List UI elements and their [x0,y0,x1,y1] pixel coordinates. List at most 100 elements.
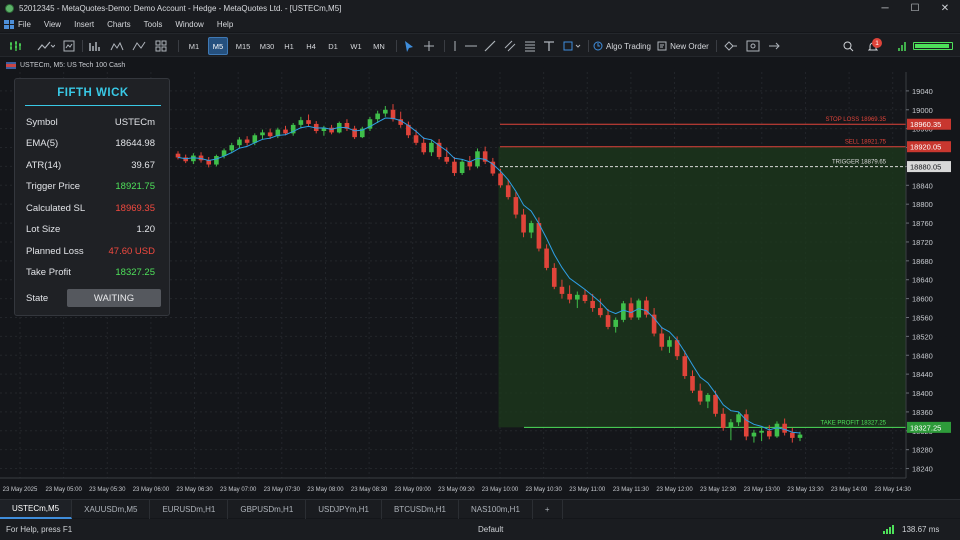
timeframe-m15[interactable]: M15 [232,37,254,55]
time-axis-label: 23 May 11:30 [613,487,650,493]
crosshair-icon[interactable] [422,37,436,55]
chart-shift-icon[interactable] [766,37,784,55]
candle-body [383,109,388,114]
tab-xauusdm-m5[interactable]: XAUUSDm,M5 [72,499,151,519]
price-axis-label: 18640 [912,276,933,285]
algo-trading-button[interactable]: Algo Trading [592,37,652,55]
timeframe-h1[interactable]: H1 [280,37,298,55]
menu-file[interactable]: File [18,20,31,29]
candle-body [283,129,288,134]
menu-tools[interactable]: Tools [144,20,163,29]
candle-body [774,423,780,437]
new-chart-icon[interactable] [6,37,26,55]
price-axis-label: 18440 [912,370,933,379]
grid-icon[interactable] [154,37,168,55]
timeframe-m30[interactable]: M30 [256,37,278,55]
price-axis-label: 18680 [912,257,933,266]
level-tag-text: 18960.35 [910,120,941,129]
candle-body [751,432,757,437]
panel-row-label: Calculated SL [26,202,86,214]
panel-row-label: Lot Size [26,224,61,235]
tab-nas100m-h1[interactable]: NAS100m,H1 [459,499,533,519]
candle-body [390,109,396,120]
cursor-icon[interactable] [402,37,416,55]
candle-body [467,161,473,167]
panel-row-ema-5-: EMA(5) 18644.98 [26,137,155,151]
timeframe-mn[interactable]: MN [368,37,390,55]
timeframe-h4[interactable]: H4 [302,37,320,55]
panel-row-value: 18969.35 [115,202,155,214]
search-icon[interactable] [840,37,856,55]
menu-view[interactable]: View [44,20,61,29]
minimize-button[interactable]: ─ [870,0,900,16]
market-watch-icon[interactable] [722,37,740,55]
tab-btcusdm-h1[interactable]: BTCUSDm,H1 [382,499,459,519]
tab-ustecm-m5[interactable]: USTECm,M5 [0,499,73,519]
panel-title-underline [25,105,161,106]
level-label-2: TRIGGER 18879.65 [832,160,887,166]
close-button[interactable]: ✕ [930,0,960,16]
panel-row-value: USTECm [114,116,155,128]
menu-charts[interactable]: Charts [107,20,131,29]
account-balance-bar[interactable] [912,37,954,55]
tab-eurusdm-h1[interactable]: EURUSDm,H1 [150,499,229,519]
panel-row-atr-14-: ATR(14) 39.67 [26,158,155,172]
terminal-menu-icon[interactable] [4,19,14,29]
candle-body [736,414,741,423]
vertical-line-icon[interactable] [450,37,460,55]
notifications-icon[interactable]: 1 [862,37,884,55]
menu-window[interactable]: Window [175,20,203,29]
candle-body [452,161,457,174]
indicators-icon[interactable] [88,37,102,55]
time-axis-label: 23 May 05:30 [89,487,126,493]
candle-body [559,286,565,294]
horizontal-line-icon[interactable] [462,37,480,55]
templates-icon[interactable] [62,37,76,55]
candle-body [621,303,626,320]
candle-body [575,294,580,300]
trendline-icon[interactable] [482,37,498,55]
add-tab-button[interactable]: + [533,499,563,519]
status-help-text: For Help, press F1 [6,525,73,534]
symbol-description: USTECm, M5: US Tech 100 Cash [20,61,126,69]
screenshot-icon[interactable] [744,37,762,55]
fifth-wick-panel: FIFTH WICK Symbol USTECm EMA(5) 18644.98 ATR… [14,78,170,316]
panel-row-value: 39.67 [131,159,155,171]
channel-icon[interactable] [502,37,518,55]
timeframe-w1[interactable]: W1 [346,37,366,55]
tab-usdjpym-h1[interactable]: USDJPYm,H1 [306,499,382,519]
text-tool-icon[interactable] [542,37,556,55]
time-axis-label: 23 May 08:30 [351,487,388,493]
maximize-button[interactable]: ☐ [900,0,930,16]
candle-body [175,153,181,158]
menu-insert[interactable]: Insert [74,20,94,29]
state-waiting-button[interactable]: WAITING [67,289,161,307]
time-axis-label: 23 May 14:30 [875,487,912,493]
panel-row-lot-size: Lot Size 1.20 [26,223,155,237]
objects-icon[interactable] [110,37,124,55]
timeframe-m5[interactable]: M5 [208,37,228,55]
line-chart-type-icon[interactable] [34,37,58,55]
timeframe-m1[interactable]: M1 [184,37,204,55]
price-axis-label: 18720 [912,238,933,247]
time-axis-label: 23 May 09:30 [438,487,475,493]
time-axis-label: 23 May 2025 [3,487,38,493]
shapes-icon[interactable] [560,37,584,55]
panel-row-value: 1.20 [136,224,156,235]
time-axis-label: 23 May 06:00 [133,487,170,493]
candle-body [244,139,250,143]
connection-signal-icon [883,525,894,534]
time-axis-label: 23 May 06:30 [176,487,213,493]
time-axis-label: 23 May 08:00 [307,487,344,493]
candle-body [375,113,380,120]
price-axis-label: 18760 [912,219,933,228]
menu-help[interactable]: Help [217,20,233,29]
zoom-icon[interactable] [132,37,146,55]
timeframe-d1[interactable]: D1 [324,37,342,55]
time-axis-label: 23 May 13:30 [787,487,824,493]
new-order-button[interactable]: New Order [656,37,710,55]
candle-body [551,267,557,287]
tab-gbpusdm-h1[interactable]: GBPUSDm,H1 [228,499,307,519]
fibonacci-icon[interactable] [522,37,538,55]
signal-icon[interactable] [894,37,910,55]
